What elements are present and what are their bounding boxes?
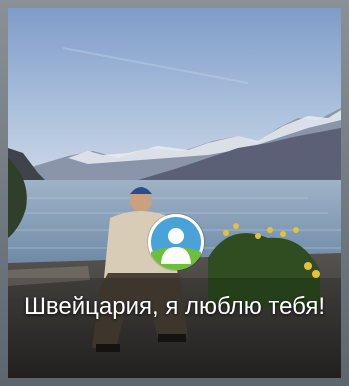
post-frame: Швейцария, я люблю тебя!	[0, 0, 349, 386]
post-photo[interactable]	[8, 8, 341, 378]
post-caption: Швейцария, я люблю тебя!	[23, 293, 326, 320]
user-placeholder-icon	[151, 217, 201, 270]
photo-scene	[8, 8, 341, 378]
avatar[interactable]	[148, 214, 204, 270]
